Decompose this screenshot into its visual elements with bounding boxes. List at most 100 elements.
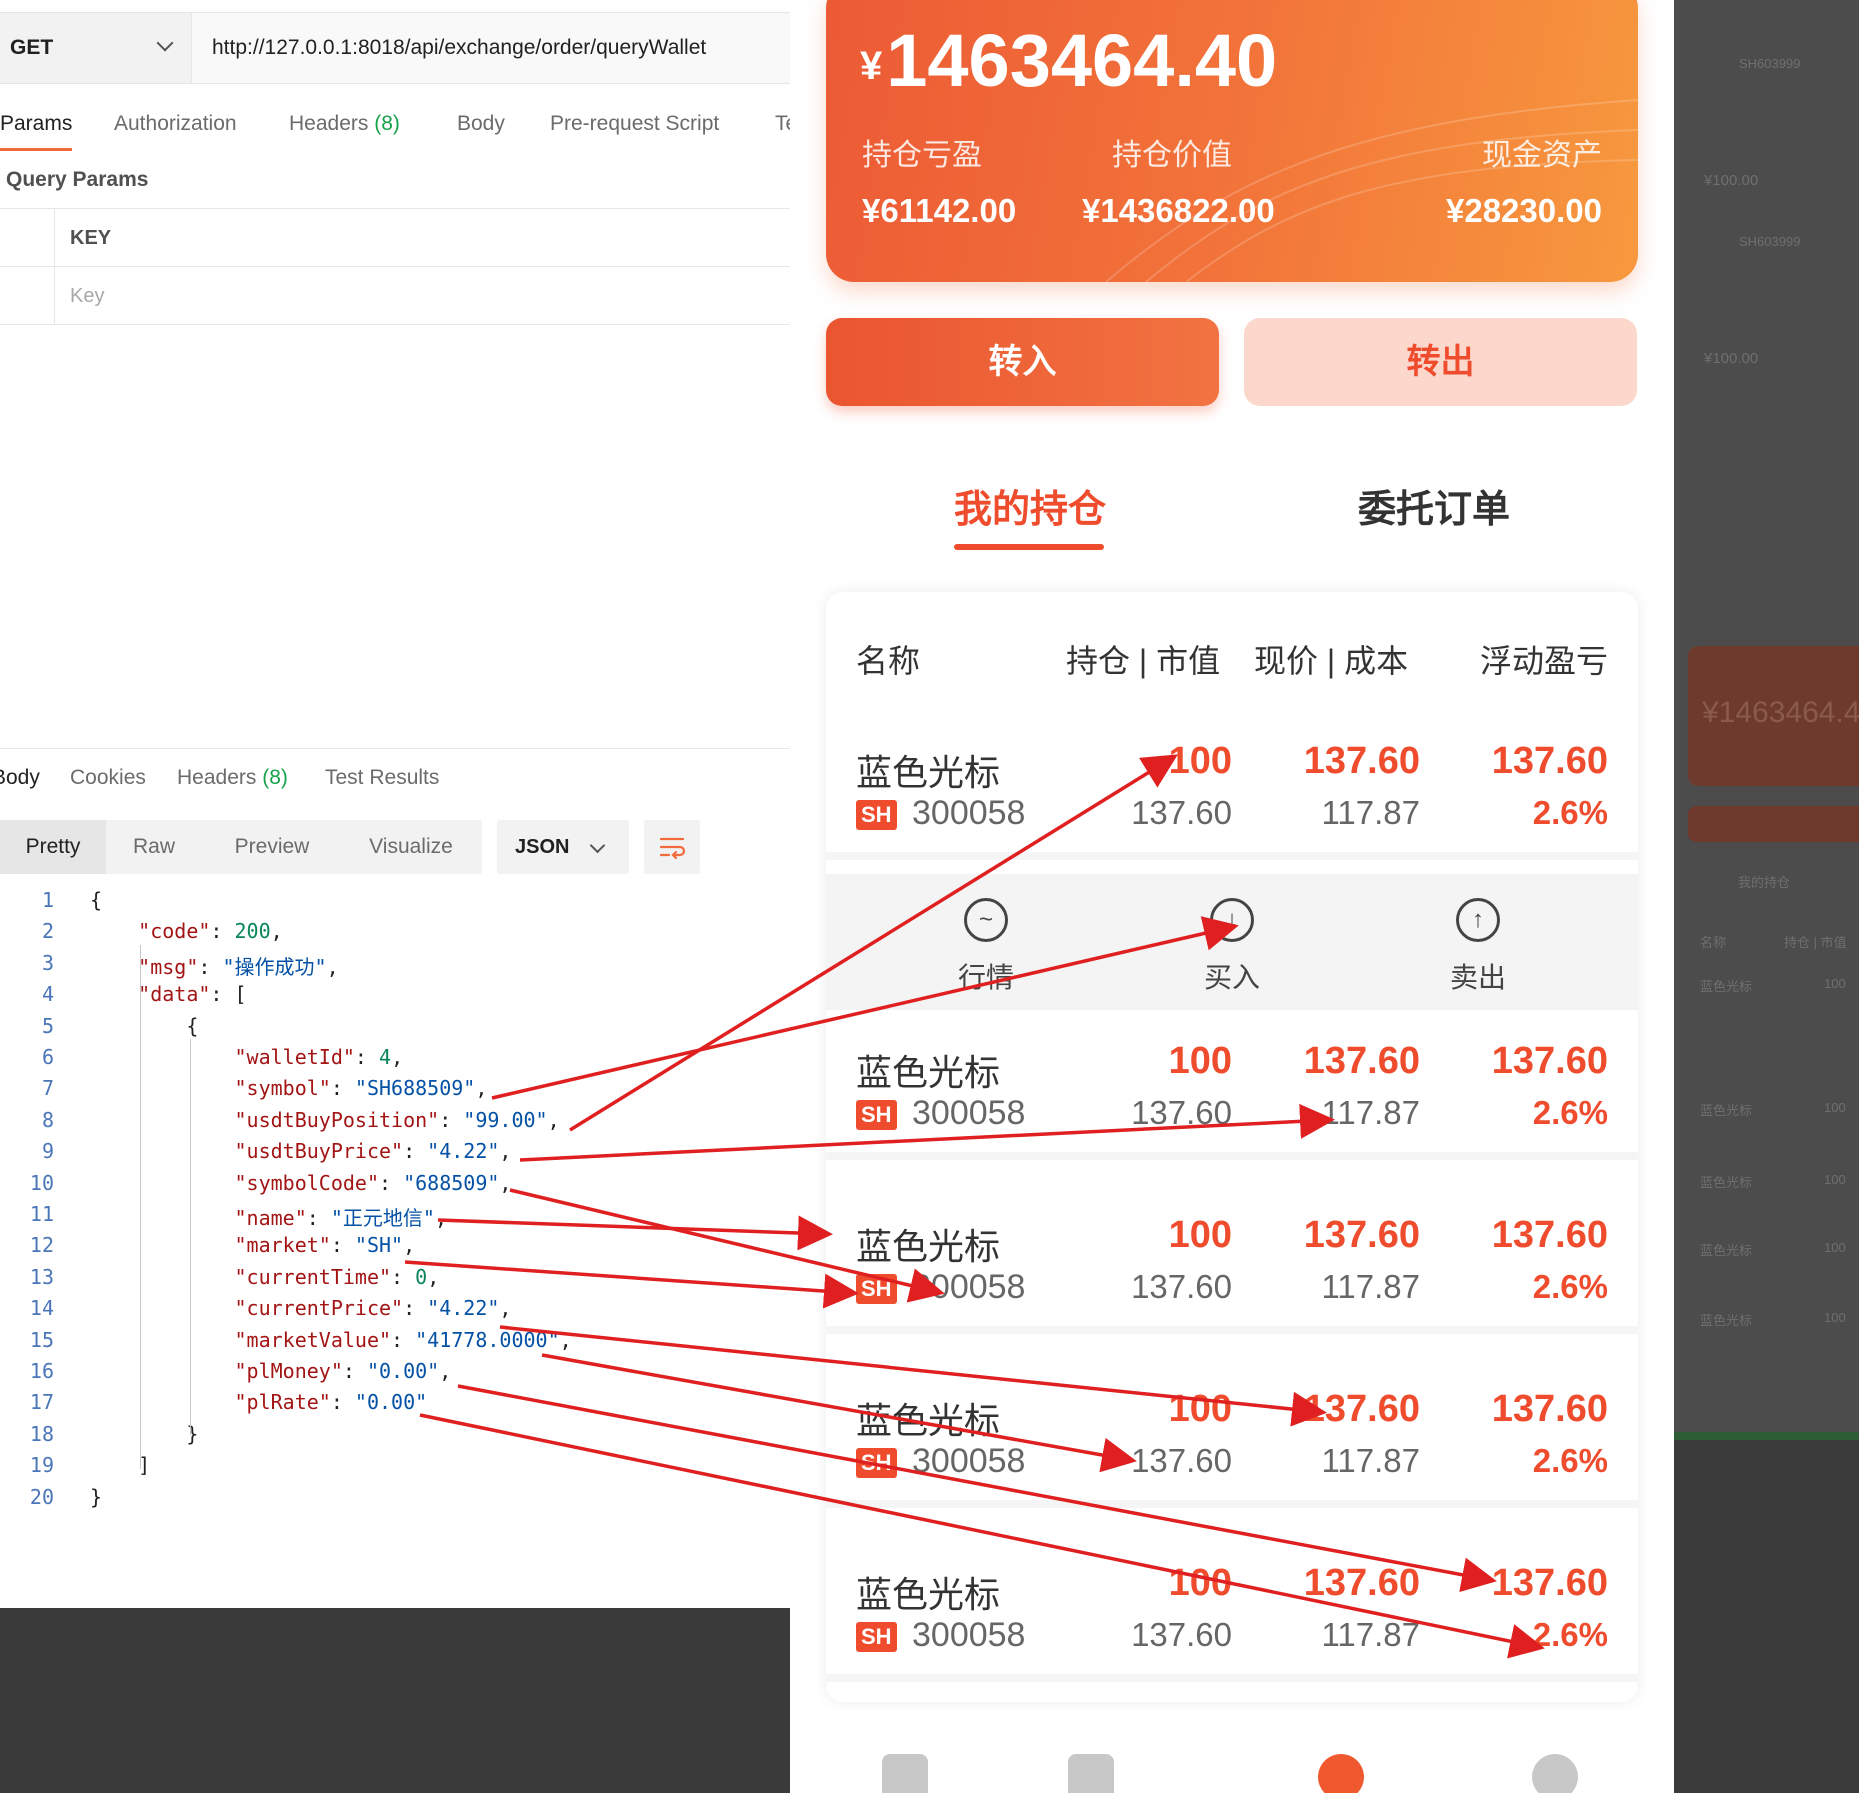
background-row-value: 100 <box>1824 1100 1846 1115</box>
buy-action-button[interactable]: ↓ 买入 <box>1172 874 1292 1010</box>
indent-guide <box>190 1039 191 1435</box>
market-icon[interactable] <box>1068 1754 1114 1793</box>
holding-row[interactable]: 蓝色光标 SH 300058 100 137.60 137.60 117.87 … <box>826 710 1638 860</box>
profile-icon[interactable] <box>1532 1754 1578 1793</box>
holdings-header: 名称 持仓 | 市值 现价 | 成本 浮动盈亏 <box>826 636 1638 686</box>
tab-body[interactable]: Body <box>457 112 505 136</box>
line-number: 13 <box>29 1264 54 1289</box>
code-line: ] <box>90 1453 151 1478</box>
background-header-cols: 持仓 | 市值 <box>1784 935 1847 950</box>
stock-code: 300058 <box>912 1094 1026 1132</box>
tab-label: Headers <box>289 112 369 135</box>
pnl-amount: 137.60 <box>1491 1214 1608 1256</box>
tab-label: Authorization <box>114 112 237 135</box>
view-raw[interactable]: Raw <box>106 820 202 874</box>
line-number: 9 <box>41 1139 54 1164</box>
pnl-rate: 2.6% <box>1532 1616 1608 1653</box>
code-line: } <box>90 1484 103 1509</box>
stat-value: ¥1436822.00 <box>1082 192 1275 229</box>
background-amount: ¥100.00 <box>1704 350 1759 367</box>
action-label: 卖出 <box>1449 962 1506 993</box>
wrap-icon <box>659 837 686 860</box>
market-value: 137.60 <box>1131 1268 1232 1305</box>
stat-label: 持仓亏盈 <box>862 139 982 172</box>
line-number: 3 <box>41 950 54 975</box>
total-assets-amount: 1463464.40 <box>886 19 1278 102</box>
holding-row[interactable]: 蓝色光标 SH 300058 100 137.60 137.60 117.87 … <box>826 1010 1638 1160</box>
holding-row[interactable]: 蓝色光标 SH 300058 100 137.60 137.60 117.87 … <box>826 1184 1638 1334</box>
tab-my-positions[interactable]: 我的持仓 <box>954 478 1106 533</box>
background-transfer-button <box>1688 806 1859 842</box>
row-separator <box>826 1674 1638 1682</box>
background-tab: 我的持仓 <box>1738 875 1791 890</box>
tab-cookies[interactable]: Cookies <box>70 766 146 790</box>
line-number: 20 <box>29 1484 54 1509</box>
pnl-rate: 2.6% <box>1532 1094 1608 1131</box>
chevron-down-icon <box>156 34 174 52</box>
background-symbol: SH603999 <box>1739 234 1801 249</box>
code-line: { <box>90 888 103 912</box>
response-json-viewer: 1 {2 "code": 200, 3 "msg": "操作成功", 4 "data"… <box>0 888 790 1509</box>
transfer-in-button[interactable]: 转入 <box>826 318 1219 406</box>
current-price: 137.60 <box>1303 1040 1420 1082</box>
line-number: 15 <box>29 1327 54 1352</box>
view-preview[interactable]: Preview <box>210 820 334 874</box>
holding-actions: ~ 行情 ↓ 买入 ↑ 卖出 <box>826 874 1638 1010</box>
tab-label: Body <box>0 766 40 789</box>
position-qty: 100 <box>1168 1040 1232 1082</box>
holding-pnl-stat: 持仓亏盈 ¥61142.00 <box>862 130 1016 230</box>
row-separator <box>826 1326 1638 1334</box>
line-number: 8 <box>41 1107 54 1132</box>
method-select[interactable]: GET <box>0 13 192 83</box>
wrap-lines-button[interactable] <box>644 820 700 874</box>
background-row-value: 100 <box>1824 1240 1846 1255</box>
market-value: 137.60 <box>1131 794 1232 831</box>
background-row-name: 蓝色光标 <box>1700 1103 1753 1118</box>
mobile-app: ¥1463464.40 持仓亏盈 ¥61142.00 持仓价值 ¥1436822… <box>790 0 1674 1793</box>
code-line: "market": "SH", <box>234 1233 416 1258</box>
format-select[interactable]: JSON <box>497 820 629 874</box>
action-label: 买入 <box>1203 962 1260 993</box>
tab-headers[interactable]: Headers (8) <box>289 112 400 136</box>
tab-pre-request-script[interactable]: Pre-request Script <box>550 112 719 136</box>
market-value: 137.60 <box>1131 1616 1232 1653</box>
code-line: "name": "正元地信", <box>234 1206 447 1230</box>
header-position-value: 持仓 | 市值 <box>1066 643 1221 679</box>
code-line: "msg": "操作成功", <box>138 954 339 979</box>
sell-action-button[interactable]: ↑ 卖出 <box>1418 874 1538 1010</box>
home-icon[interactable] <box>882 1754 928 1793</box>
tab-params[interactable]: Params <box>0 112 72 136</box>
stock-name: 蓝色光标 <box>856 1400 1001 1441</box>
code-line: "walletId": 4, <box>234 1045 404 1069</box>
background-symbol: SH603999 <box>1739 56 1801 71</box>
background-total-assets: ¥1463464.4 <box>1702 696 1859 729</box>
arrow-up-icon: ↑ <box>1456 898 1500 942</box>
line-number: 18 <box>29 1421 54 1446</box>
code-line: "symbol": "SH688509", <box>234 1076 488 1101</box>
line-number: 16 <box>29 1359 54 1383</box>
tab-test-results[interactable]: Test Results <box>325 766 439 790</box>
tab-label: Cookies <box>70 766 146 789</box>
line-number: 2 <box>41 919 54 944</box>
chart-icon: ~ <box>964 898 1008 942</box>
stat-label: 现金资产 <box>1482 139 1602 172</box>
view-visualize[interactable]: Visualize <box>340 820 482 874</box>
market-action-button[interactable]: ~ 行情 <box>926 874 1046 1010</box>
stat-value: ¥28230.00 <box>1446 192 1602 229</box>
tab-response-body[interactable]: Body <box>0 766 40 790</box>
holding-row[interactable]: 蓝色光标 SH 300058 100 137.60 137.60 117.87 … <box>826 1358 1638 1508</box>
view-pretty[interactable]: Pretty <box>0 820 106 874</box>
tab-authorization[interactable]: Authorization <box>114 112 237 136</box>
tab-pending-orders[interactable]: 委托订单 <box>1358 478 1510 533</box>
background-amount: ¥100.00 <box>1704 172 1759 189</box>
line-number: 10 <box>29 1170 54 1195</box>
params-header-row: KEY <box>0 209 790 267</box>
key-input[interactable]: Key <box>70 285 104 308</box>
holding-row[interactable]: 蓝色光标 SH 300058 100 137.60 137.60 117.87 … <box>826 1532 1638 1682</box>
transfer-out-button[interactable]: 转出 <box>1244 318 1637 406</box>
url-input[interactable]: http://127.0.0.1:8018/api/exchange/order… <box>212 13 706 83</box>
code-line: "symbolCode": "688509", <box>234 1170 512 1195</box>
trade-icon[interactable] <box>1318 1754 1364 1793</box>
tab-response-headers[interactable]: Headers (8) <box>177 766 288 790</box>
params-row: Key <box>0 267 790 325</box>
